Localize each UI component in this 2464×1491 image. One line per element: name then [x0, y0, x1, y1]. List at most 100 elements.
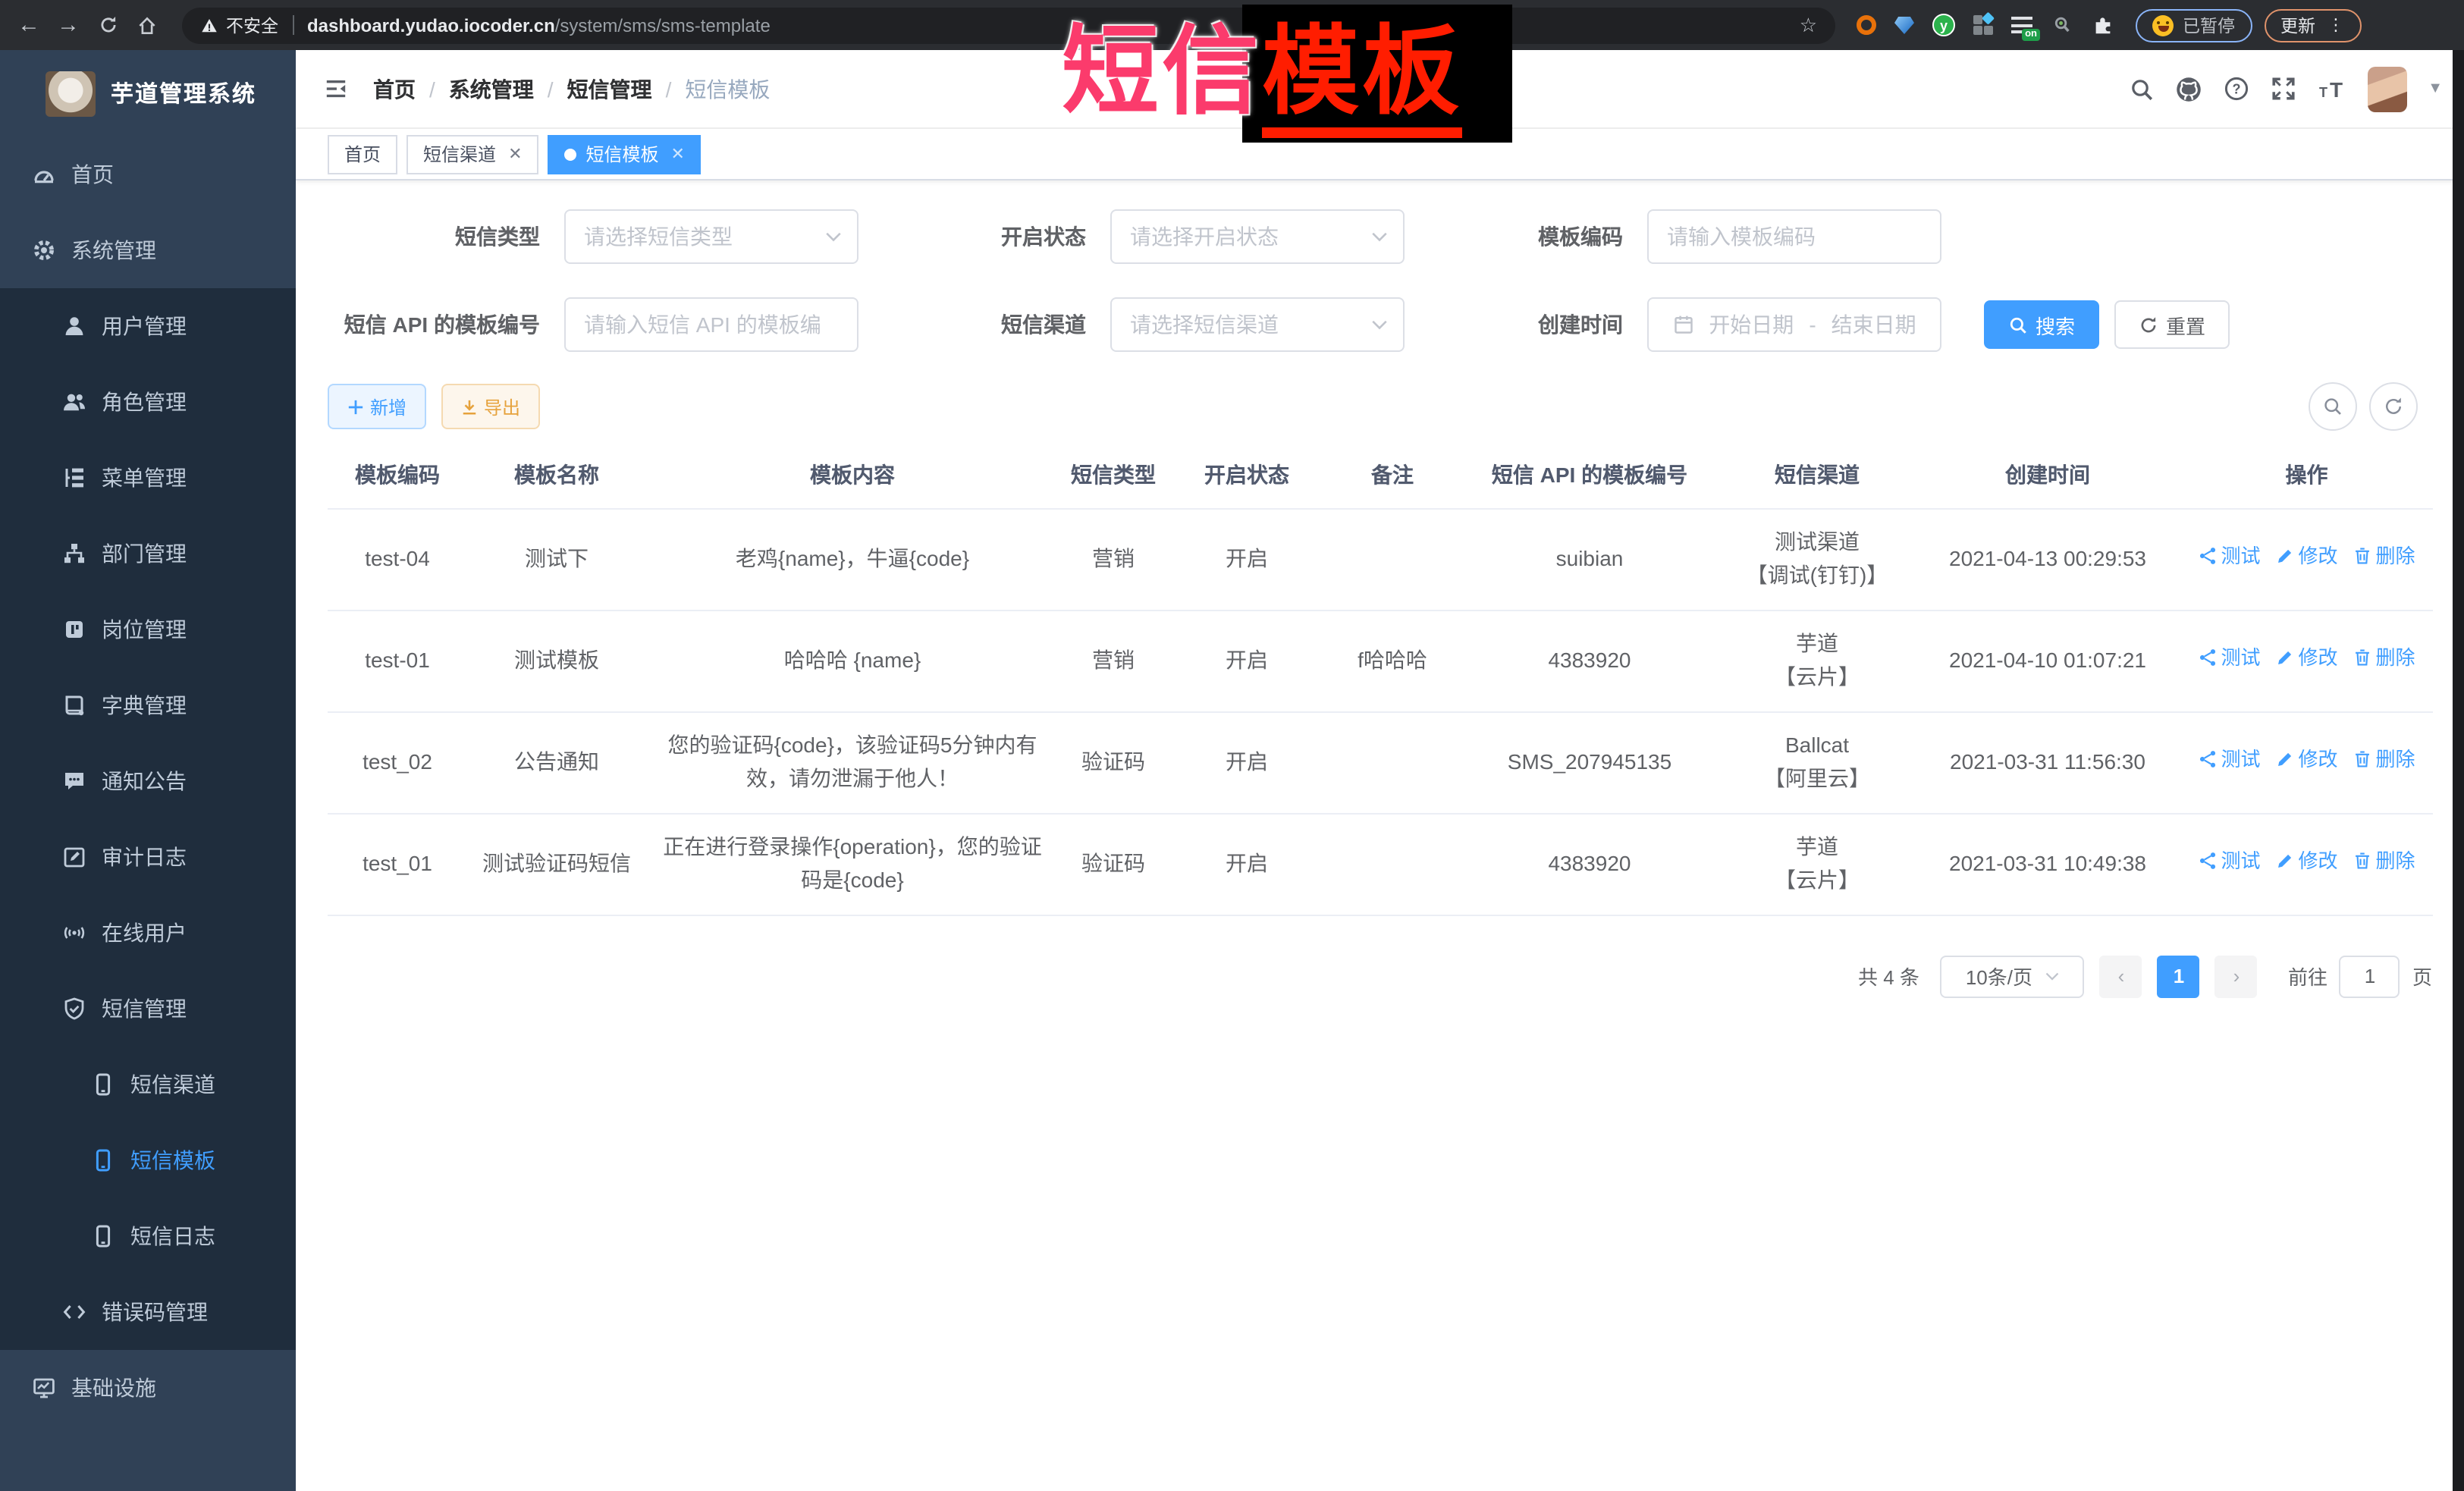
breadcrumb-item-短信管理[interactable]: 短信管理 — [567, 74, 652, 104]
font-size-icon[interactable]: TT — [2317, 77, 2346, 101]
puzzle-extensions-icon[interactable] — [2092, 14, 2114, 36]
github-icon[interactable] — [2174, 75, 2202, 102]
address-bar[interactable]: 不安全 dashboard.yudao.iocoder.cn/system/sm… — [182, 7, 1835, 43]
show-search-toggle-button[interactable] — [2308, 382, 2356, 431]
security-indicator[interactable]: 不安全 — [200, 13, 278, 37]
hamburger-icon[interactable] — [323, 77, 349, 100]
tab-label: 短信渠道 — [423, 141, 496, 167]
tab-首页[interactable]: 首页 — [328, 134, 397, 174]
sidebar-item-菜单管理[interactable]: 菜单管理 — [0, 440, 296, 516]
browser-menu-icon[interactable]: ⋮ — [2327, 15, 2344, 35]
extension-gem-icon[interactable] — [1894, 16, 1914, 34]
row-action-测试[interactable]: 测试 — [2198, 541, 2260, 572]
extension-list-icon[interactable]: on — [2011, 15, 2034, 35]
next-page-button[interactable]: › — [2215, 955, 2258, 997]
page-size-select[interactable]: 10条/页 — [1941, 955, 2085, 997]
tab-短信模板[interactable]: 短信模板✕ — [548, 134, 702, 174]
page-suffix-label: 页 — [2412, 962, 2432, 990]
bookmark-star-icon[interactable]: ☆ — [1800, 13, 1817, 37]
tab-短信渠道[interactable]: 短信渠道 ✕ — [406, 134, 538, 174]
user-avatar[interactable] — [2367, 66, 2406, 111]
avatar-caret-icon[interactable]: ▼ — [2428, 80, 2443, 97]
breadcrumb-item-首页[interactable]: 首页 — [373, 74, 416, 104]
breadcrumb-item-系统管理[interactable]: 系统管理 — [449, 74, 534, 104]
row-action-修改[interactable]: 修改 — [2275, 745, 2337, 775]
gear-icon — [32, 238, 56, 262]
sidebar-item-短信渠道[interactable]: 短信渠道 — [0, 1047, 296, 1122]
table-row: test-01测试模板哈哈哈 {name}营销开启f哈哈哈4383920芋道【云… — [328, 610, 2432, 711]
create-time-range-picker[interactable]: 开始日期 - 结束日期 — [1647, 297, 1941, 352]
help-icon[interactable]: ? — [2223, 76, 2249, 102]
row-action-修改[interactable]: 修改 — [2275, 541, 2337, 572]
sidebar-item-角色管理[interactable]: 角色管理 — [0, 364, 296, 440]
prev-page-button[interactable]: ‹ — [2100, 955, 2142, 997]
sidebar-item-通知公告[interactable]: 通知公告 — [0, 743, 296, 819]
row-action-修改[interactable]: 修改 — [2275, 846, 2337, 877]
column-header-短信类型: 短信类型 — [1059, 441, 1168, 508]
table-cell: 验证码 — [1059, 711, 1168, 813]
browser-update-chip[interactable]: 更新 ⋮ — [2264, 8, 2361, 42]
search-icon[interactable] — [2129, 77, 2153, 101]
goto-page-input[interactable] — [2340, 955, 2400, 997]
table-cell: 您的验证码{code}，该验证码5分钟内有效，请勿泄漏于他人！ — [646, 711, 1059, 813]
app-logo-row[interactable]: 芋道管理系统 — [0, 50, 296, 137]
sidebar-item-部门管理[interactable]: 部门管理 — [0, 516, 296, 592]
row-action-测试[interactable]: 测试 — [2198, 846, 2260, 877]
sidebar-item-系统管理[interactable]: 系统管理 — [0, 212, 296, 288]
row-action-修改[interactable]: 修改 — [2275, 643, 2337, 673]
row-action-测试[interactable]: 测试 — [2198, 745, 2260, 775]
row-action-删除[interactable]: 删除 — [2353, 643, 2415, 673]
sidebar-item-基础设施[interactable]: 基础设施 — [0, 1350, 296, 1426]
sidebar-item-审计日志[interactable]: 审计日志 — [0, 819, 296, 895]
api-template-id-label: 短信 API 的模板编号 — [328, 309, 540, 340]
api-template-id-input[interactable]: 请输入短信 API 的模板编 — [564, 297, 858, 352]
header-actions: ? TT ▼ — [2129, 66, 2443, 111]
search-button[interactable]: 搜索 — [1984, 300, 2099, 349]
extension-y-icon[interactable]: y — [1932, 14, 1955, 36]
pencil-icon — [2275, 648, 2295, 668]
extension-grid-icon[interactable] — [1973, 15, 1993, 35]
add-button[interactable]: 新增 — [328, 384, 426, 429]
chevron-down-icon — [1371, 231, 1388, 242]
browser-home-button[interactable] — [127, 5, 167, 45]
sidebar-item-字典管理[interactable]: 字典管理 — [0, 667, 296, 743]
sidebar-item-用户管理[interactable]: 用户管理 — [0, 288, 296, 364]
table-cell-actions: 测试修改删除 — [2181, 508, 2432, 610]
table-cell — [1326, 813, 1459, 915]
browser-back-button[interactable]: ← — [9, 5, 49, 45]
sidebar-item-错误码管理[interactable]: 错误码管理 — [0, 1274, 296, 1350]
row-action-测试[interactable]: 测试 — [2198, 643, 2260, 673]
open-status-select[interactable]: 请选择开启状态 — [1110, 209, 1405, 264]
sidebar-item-短信日志[interactable]: 短信日志 — [0, 1198, 296, 1274]
sms-type-select[interactable]: 请选择短信类型 — [564, 209, 858, 264]
row-action-删除[interactable]: 删除 — [2353, 846, 2415, 877]
sms-channel-select[interactable]: 请选择短信渠道 — [1110, 297, 1405, 352]
table-cell: 4383920 — [1459, 813, 1720, 915]
column-header-模板内容: 模板内容 — [646, 441, 1059, 508]
warning-icon — [200, 16, 218, 34]
row-action-删除[interactable]: 删除 — [2353, 745, 2415, 775]
browser-forward-button[interactable]: → — [49, 5, 88, 45]
profile-paused-chip[interactable]: 已暂停 — [2136, 8, 2252, 42]
fullscreen-icon[interactable] — [2270, 76, 2296, 102]
reset-button[interactable]: 重置 — [2114, 300, 2230, 349]
tab-label: 首页 — [344, 141, 381, 167]
table-cell-created: 2021-03-31 10:49:38 — [1914, 813, 2181, 915]
export-button[interactable]: 导出 — [441, 384, 540, 429]
close-icon[interactable]: ✕ — [671, 144, 685, 164]
extension-magnifier-icon[interactable] — [2052, 14, 2073, 36]
refresh-icon — [2382, 396, 2403, 417]
sidebar-item-短信模板[interactable]: 短信模板 — [0, 1122, 296, 1198]
sidebar-item-岗位管理[interactable]: 岗位管理 — [0, 592, 296, 667]
extension-ring-icon[interactable] — [1857, 15, 1876, 35]
template-code-input[interactable]: 请输入模板编码 — [1647, 209, 1941, 264]
refresh-table-button[interactable] — [2368, 382, 2417, 431]
sidebar-item-首页[interactable]: 首页 — [0, 137, 296, 212]
browser-reload-button[interactable] — [88, 5, 127, 45]
row-action-删除[interactable]: 删除 — [2353, 541, 2415, 572]
page-number-1[interactable]: 1 — [2158, 955, 2200, 997]
sidebar-item-短信管理[interactable]: 短信管理 — [0, 971, 296, 1047]
close-icon[interactable]: ✕ — [508, 144, 522, 164]
sidebar-item-在线用户[interactable]: 在线用户 — [0, 895, 296, 971]
phone-icon — [91, 1148, 115, 1172]
